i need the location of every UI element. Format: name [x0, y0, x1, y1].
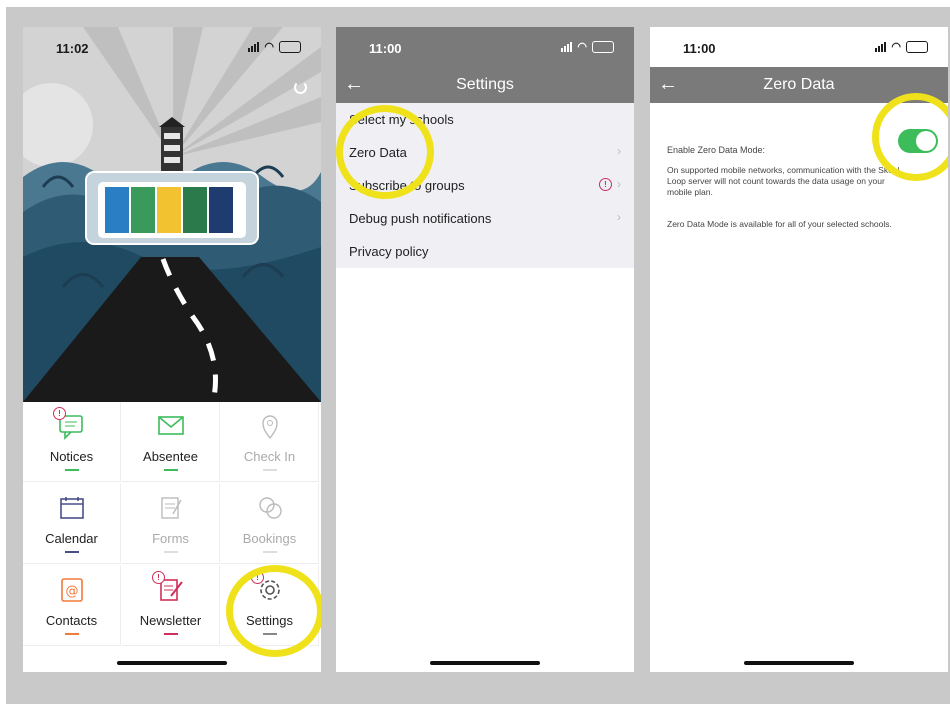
tile-label: Notices	[49, 449, 94, 464]
status-bar: 11:00 ◠	[650, 27, 948, 67]
home-indicator	[117, 661, 227, 665]
tile-label: Absentee	[143, 449, 198, 464]
tile-label: Contacts	[45, 613, 98, 628]
settings-row-label: Debug push notifications	[349, 211, 492, 226]
forms-icon	[156, 494, 186, 522]
chevron-right-icon: ›	[617, 144, 621, 158]
signal-icon	[248, 41, 260, 52]
calendar-icon	[57, 494, 87, 522]
zero-data-availability: Zero Data Mode is available for all of y…	[667, 219, 892, 229]
tile-accent-bar	[263, 633, 277, 635]
phone-zero-data-screen: 11:00 ◠ ← Zero Data Enable Zero Data Mod…	[650, 27, 948, 672]
tile-newsletter[interactable]: ! Newsletter	[122, 566, 220, 646]
refresh-icon[interactable]	[294, 81, 307, 94]
tile-absentee[interactable]: Absentee	[122, 402, 220, 482]
chevron-right-icon: ›	[617, 177, 621, 191]
tile-label: Calendar	[45, 531, 98, 546]
phone-home-screen: 11:02 ◠ ! Notices Absentee Check In Calendar…	[23, 27, 321, 672]
alert-badge: !	[152, 571, 165, 584]
tile-check-in[interactable]: Check In	[221, 402, 319, 482]
status-icons: ◠	[875, 40, 928, 53]
tile-notices[interactable]: ! Notices	[23, 402, 121, 482]
battery-icon	[279, 40, 301, 53]
alert-icon: !	[599, 178, 612, 191]
settings-row-privacy-policy[interactable]: Privacy policy	[336, 235, 634, 268]
tile-label: Newsletter	[139, 613, 202, 628]
status-icons: ◠	[248, 40, 301, 53]
envelope-icon	[156, 412, 186, 440]
settings-row-subscribe-to-groups[interactable]: Subscribe to groups! ›	[336, 169, 634, 202]
bookings-icon	[255, 494, 285, 522]
tile-bookings[interactable]: Bookings	[221, 484, 319, 564]
tile-label: Check In	[243, 449, 296, 464]
status-time: 11:00	[369, 41, 402, 56]
chevron-right-icon: ›	[617, 210, 621, 224]
settings-row-zero-data[interactable]: Zero Data ›	[336, 136, 634, 169]
hero-illustration	[23, 27, 321, 402]
tile-accent-bar	[263, 469, 277, 471]
home-indicator	[744, 661, 854, 665]
status-icons: ◠	[561, 40, 614, 53]
zero-data-toggle[interactable]	[898, 129, 938, 153]
toggle-knob	[916, 131, 936, 151]
signal-icon	[875, 41, 887, 52]
page-title: Zero Data	[763, 76, 835, 93]
tile-calendar[interactable]: Calendar	[23, 484, 121, 564]
alert-badge: !	[53, 407, 66, 420]
tile-settings[interactable]: ! Settings	[221, 566, 319, 646]
settings-row-label: Zero Data	[349, 145, 407, 160]
nav-bar: ← Settings	[336, 67, 634, 103]
tile-label: Settings	[246, 613, 293, 628]
settings-row-debug-push-notifications[interactable]: Debug push notifications ›	[336, 202, 634, 235]
tile-accent-bar	[164, 469, 178, 471]
settings-row-label: Privacy policy	[349, 244, 429, 259]
location-pin-icon	[255, 412, 285, 440]
tile-accent-bar	[263, 551, 277, 553]
settings-list: Select my schools Zero Data › Subscribe to …	[336, 103, 634, 268]
battery-icon	[906, 40, 928, 53]
page-title: Settings	[456, 76, 514, 93]
alert-badge: !	[251, 571, 264, 584]
tile-accent-bar	[65, 551, 79, 553]
wifi-icon: ◠	[264, 41, 274, 53]
feature-grid: ! Notices Absentee Check In Calendar Forms Boo…	[23, 402, 321, 652]
battery-icon	[592, 40, 614, 53]
contacts-icon: @	[57, 576, 87, 604]
phone-settings-screen: 11:00 ◠ ← Settings Select my schools Zero…	[336, 27, 634, 672]
tile-label: Bookings	[242, 531, 297, 546]
status-bar: 11:00 ◠	[336, 27, 634, 67]
zero-data-description: On supported mobile networks, communicat…	[667, 165, 900, 197]
wifi-icon: ◠	[577, 41, 587, 53]
tile-contacts[interactable]: @ Contacts	[23, 566, 121, 646]
tile-forms[interactable]: Forms	[122, 484, 220, 564]
screenshot-frame: 11:02 ◠ ! Notices Absentee Check In Calendar…	[6, 7, 950, 704]
settings-row-select-my-schools[interactable]: Select my schools	[336, 103, 634, 136]
status-bar: 11:02 ◠	[23, 27, 321, 67]
tile-accent-bar	[164, 633, 178, 635]
home-indicator	[430, 661, 540, 665]
status-time: 11:00	[683, 41, 716, 56]
tile-label: Forms	[152, 531, 189, 546]
tile-accent-bar	[65, 633, 79, 635]
zero-data-toggle-label: Enable Zero Data Mode:	[667, 145, 766, 155]
signal-icon	[561, 41, 573, 52]
status-time: 11:02	[56, 41, 89, 56]
svg-text:@: @	[66, 584, 79, 599]
nav-bar: ← Zero Data	[650, 67, 948, 103]
tile-accent-bar	[65, 469, 79, 471]
wifi-icon: ◠	[891, 41, 901, 53]
settings-row-label: Select my schools	[349, 112, 454, 127]
tile-accent-bar	[164, 551, 178, 553]
settings-row-label: Subscribe to groups	[349, 178, 465, 193]
